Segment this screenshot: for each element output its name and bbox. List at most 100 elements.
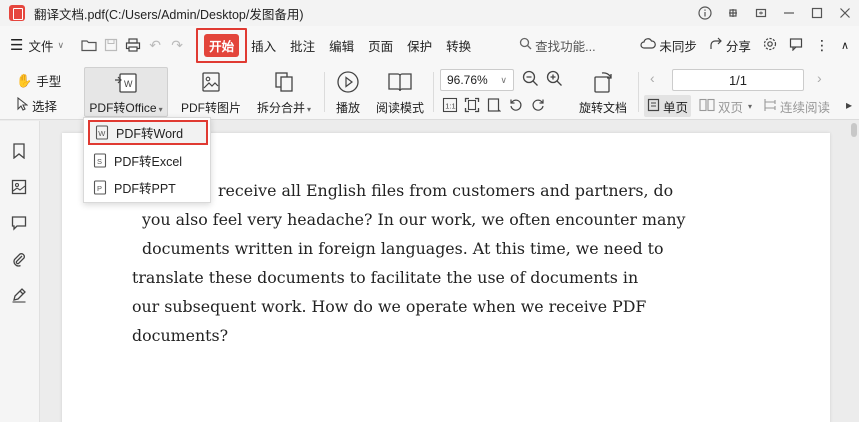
tab-convert[interactable]: 转换 [442, 36, 475, 55]
window-controls [691, 0, 859, 26]
split-merge-label: 拆分合并 [256, 101, 305, 115]
toolbar-divider [324, 72, 325, 112]
text-line: documents? [132, 326, 229, 345]
pdf-to-office-dropdown: W PDF转Word S PDF转Excel P PDF转PPT [83, 117, 211, 203]
continuous-read-button[interactable]: 连续阅读 [760, 95, 833, 117]
caret-down-icon: ▾ [748, 101, 753, 111]
maximize-icon[interactable] [803, 0, 831, 26]
pdf-to-office-button[interactable]: W PDF转Office ▾ [84, 67, 168, 117]
comment-icon[interactable] [9, 213, 29, 233]
bookmark-icon[interactable] [9, 141, 29, 161]
scrollbar-thumb[interactable] [851, 123, 857, 137]
pdf-to-image-button[interactable]: PDF转图片 [178, 67, 244, 117]
read-mode-button[interactable]: 阅读模式 [372, 67, 428, 117]
collapse-ribbon-icon[interactable]: ∧ [841, 39, 849, 52]
save-icon[interactable] [100, 34, 122, 56]
page-number-input[interactable]: 1/1 [672, 69, 804, 91]
read-mode-label: 阅读模式 [375, 101, 424, 115]
next-page-icon[interactable]: › [817, 70, 822, 86]
pdf-to-image-icon [199, 67, 223, 97]
toolbar-divider [638, 72, 639, 112]
feedback-icon[interactable] [789, 37, 803, 54]
more-toolbar-icon[interactable]: ▸ [846, 98, 852, 112]
open-folder-icon[interactable] [78, 34, 100, 56]
minimize-icon[interactable] [775, 0, 803, 26]
pdf-to-image-label: PDF转图片 [180, 101, 241, 115]
share-button[interactable]: 分享 [709, 36, 751, 55]
split-merge-icon [272, 67, 296, 97]
rotate-document-icon [590, 67, 616, 97]
tab-insert[interactable]: 插入 [247, 36, 280, 55]
actual-size-icon[interactable]: 1:1 [442, 97, 458, 116]
print-icon[interactable] [122, 34, 144, 56]
cloud-icon [640, 37, 657, 54]
tab-start[interactable]: 开始 [204, 33, 240, 57]
split-merge-button[interactable]: 拆分合并 ▾ [252, 67, 316, 117]
redo-icon[interactable]: ↷ [166, 34, 188, 56]
share-label: 分享 [725, 39, 751, 54]
restore-window-icon[interactable] [747, 0, 775, 26]
pin-icon[interactable] [719, 0, 747, 26]
left-sidebar [0, 121, 40, 422]
continuous-read-label: 连续阅读 [780, 100, 831, 115]
pdf-to-office-label: PDF转Office [89, 101, 157, 115]
share-icon [709, 37, 723, 54]
window-title: 翻译文档.pdf(C:/Users/Admin/Desktop/发图备用) [34, 7, 304, 22]
play-button[interactable]: 播放 [330, 67, 366, 117]
fit-page-icon[interactable] [464, 97, 480, 116]
single-page-icon [647, 98, 660, 115]
double-page-icon [699, 98, 715, 115]
fit-width-icon[interactable] [486, 97, 502, 116]
tab-edit[interactable]: 编辑 [325, 36, 358, 55]
search-function-button[interactable]: 查找功能... [519, 36, 596, 55]
app-logo-icon [9, 5, 25, 21]
active-tab-highlight: 开始 [196, 27, 248, 63]
signature-icon[interactable] [9, 285, 29, 305]
settings-icon[interactable] [763, 37, 777, 54]
previous-page-icon[interactable]: ‹ [650, 70, 655, 86]
text-line: translate these documents to facilitate … [132, 268, 639, 287]
file-menu-button[interactable]: ☰ 文件 ∨ [10, 36, 64, 55]
quick-access-bar: ↶ ↷ [78, 34, 188, 56]
rotate-left-icon[interactable] [508, 97, 524, 116]
zoom-out-icon[interactable] [522, 70, 539, 90]
play-label: 播放 [335, 101, 360, 115]
ppt-file-icon: P [92, 180, 108, 196]
menu-item-pdf-to-word[interactable]: W PDF转Word [88, 120, 208, 145]
rotate-document-label: 旋转文档 [578, 101, 627, 115]
tab-annotate[interactable]: 批注 [286, 36, 319, 55]
hand-tool-button[interactable]: ✋ 手型 [16, 71, 61, 90]
zoom-in-icon[interactable] [546, 70, 563, 90]
close-icon[interactable] [831, 0, 859, 26]
rotate-document-button[interactable]: 旋转文档 [574, 67, 632, 117]
rotate-right-icon[interactable] [530, 97, 546, 116]
toolbar-divider [433, 72, 434, 112]
title-bar: 翻译文档.pdf(C:/Users/Admin/Desktop/发图备用) [0, 0, 859, 26]
single-page-label: 单页 [663, 100, 689, 115]
text-line: you also feel very headache? In our work… [142, 210, 686, 229]
tab-page[interactable]: 页面 [364, 36, 397, 55]
excel-file-icon: S [92, 153, 108, 169]
double-page-button[interactable]: 双页 ▾ [696, 95, 755, 117]
svg-text:W: W [124, 79, 133, 89]
file-menu-label: 文件 [28, 39, 54, 54]
tab-protect[interactable]: 保护 [403, 36, 436, 55]
menu-item-pdf-to-ppt[interactable]: P PDF转PPT [88, 175, 208, 200]
attachment-icon[interactable] [9, 249, 29, 269]
zoom-select[interactable]: 96.76% ∨ [440, 69, 514, 91]
text-line: documents written in foreign languages. … [142, 239, 664, 258]
info-icon[interactable] [691, 0, 719, 26]
single-page-button[interactable]: 单页 [644, 95, 692, 117]
svg-text:1:1: 1:1 [445, 102, 455, 111]
vertical-scrollbar[interactable] [849, 121, 859, 422]
select-tool-button[interactable]: 选择 [16, 96, 57, 115]
menu-item-pdf-to-excel[interactable]: S PDF转Excel [88, 148, 208, 173]
sync-label: 未同步 [659, 39, 697, 54]
menu-tabs: 开始 插入 批注 编辑 页面 保护 转换 [196, 27, 475, 63]
thumbnail-icon[interactable] [9, 177, 29, 197]
menu-item-label: PDF转Word [116, 127, 184, 141]
sync-button[interactable]: 未同步 [640, 36, 697, 55]
pdf-to-office-icon: W [112, 68, 140, 97]
more-options-icon[interactable]: ⋮ [815, 37, 829, 54]
undo-icon[interactable]: ↶ [144, 34, 166, 56]
